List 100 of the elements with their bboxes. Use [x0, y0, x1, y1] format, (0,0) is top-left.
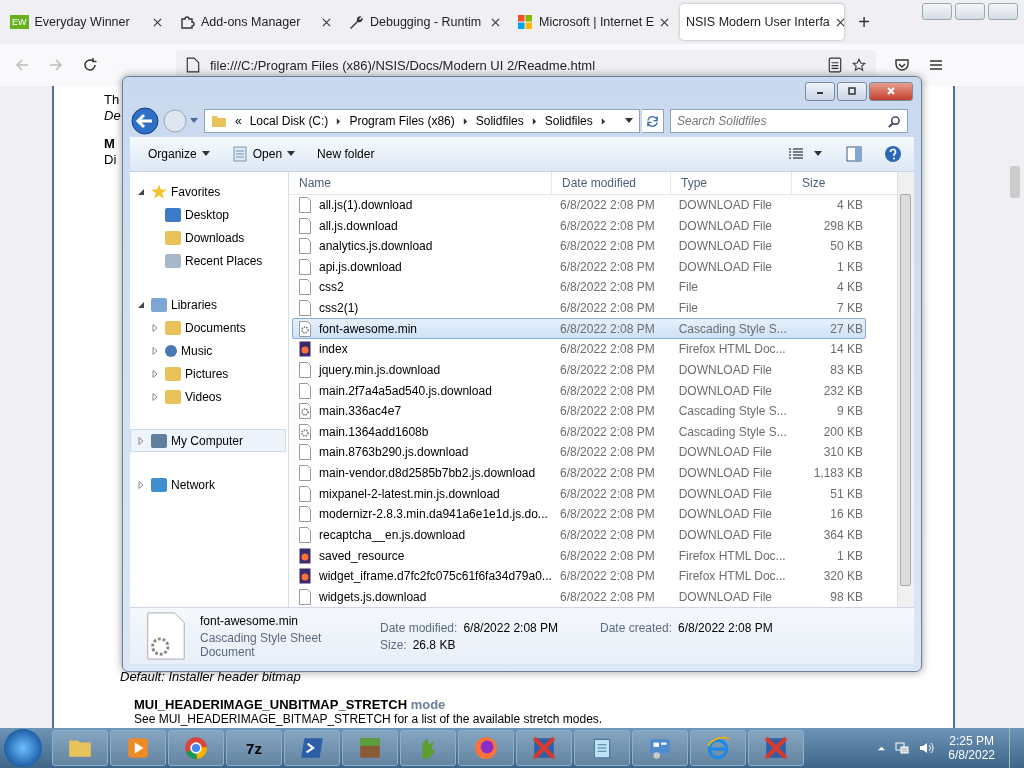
close-button[interactable] — [988, 3, 1018, 20]
file-row[interactable]: all.js.download 6/8/2022 2:08 PM DOWNLOAD File 298 KB — [292, 215, 866, 236]
grass-block-taskbar-button[interactable] — [342, 730, 398, 766]
caret-down-icon[interactable] — [625, 118, 633, 124]
terminal-taskbar-button[interactable] — [284, 730, 340, 766]
search-field[interactable]: Search Solidfiles — [670, 109, 908, 133]
file-row[interactable]: font-awesome.min 6/8/2022 2:08 PM Cascading Style S... 27 KB — [292, 318, 866, 339]
expanded-arrow-icon[interactable] — [137, 187, 145, 196]
file-row[interactable]: modernizr-2.8.3.min.da941a6e1e1d.js.do... 6/8/2022 2:08 PM DOWNLOAD File 16 KB — [292, 503, 866, 525]
nav-item[interactable]: Music — [130, 339, 286, 362]
file-row[interactable]: index 6/8/2022 2:08 PM Firefox HTML Doc... 14 KB — [292, 338, 866, 360]
installer-taskbar-button[interactable] — [748, 730, 804, 766]
chevron-right-icon[interactable] — [462, 117, 468, 125]
breadcrumb-item[interactable]: Program Files (x86) — [349, 114, 455, 128]
browser-tab[interactable]: Debugging - Runtim — [342, 4, 506, 40]
pocket-icon[interactable] — [894, 57, 910, 73]
browser-taskbar-button[interactable] — [168, 730, 224, 766]
browser-tab[interactable]: Microsoft | Internet E — [511, 4, 675, 40]
preview-pane-icon[interactable] — [846, 146, 862, 162]
plant-taskbar-button[interactable] — [400, 730, 456, 766]
close-icon[interactable] — [835, 17, 845, 27]
toolbar-button[interactable]: Organize — [142, 144, 216, 164]
scrollbar[interactable] — [897, 172, 914, 607]
collapsed-arrow-icon[interactable] — [151, 323, 159, 332]
file-row[interactable]: all.js(1).download 6/8/2022 2:08 PM DOWNLOAD File 4 KB — [292, 194, 866, 216]
new-tab-button[interactable]: + — [849, 9, 879, 35]
maximize-button[interactable] — [837, 81, 867, 101]
star-icon[interactable] — [852, 57, 866, 73]
reload-icon[interactable] — [82, 57, 98, 73]
caret-down-icon[interactable] — [814, 151, 822, 157]
network-icon[interactable] — [894, 740, 911, 756]
chevron-right-icon[interactable] — [531, 117, 537, 125]
browser-tab[interactable]: EW Everyday Winner — [4, 4, 168, 40]
help-icon[interactable] — [884, 145, 902, 163]
forward-arrow-icon[interactable] — [48, 57, 64, 73]
column-header[interactable]: Date modified — [552, 172, 671, 194]
nav-item[interactable]: Pictures — [130, 362, 286, 385]
minimize-button[interactable] — [922, 3, 952, 20]
breadcrumb-item[interactable]: Local Disk (C:) — [249, 114, 329, 128]
file-row[interactable]: api.js.download 6/8/2022 2:08 PM DOWNLOAD File 1 KB — [292, 256, 866, 278]
installer-taskbar-button[interactable] — [516, 730, 572, 766]
dropdown-arrow-icon[interactable] — [190, 118, 198, 124]
scroll-thumb[interactable] — [1010, 166, 1020, 198]
nav-item[interactable]: My Computer — [130, 429, 286, 452]
nav-item[interactable]: Downloads — [130, 226, 286, 249]
file-row[interactable]: main.8763b290.js.download 6/8/2022 2:08 PM DOWNLOAD File 310 KB — [292, 442, 866, 463]
archiver-taskbar-button[interactable]: 7z — [226, 730, 282, 766]
file-row[interactable]: widget_iframe.d7fc2fc075c61f6fa34d79a0... 6/8/2022 2:08 PM Firefox HTML Doc... 320 KB — [292, 565, 866, 587]
menu-icon[interactable] — [928, 57, 944, 73]
browser-tab[interactable]: Add-ons Manager — [173, 4, 337, 40]
nav-item[interactable]: Videos — [130, 385, 286, 408]
nav-item[interactable]: Documents — [130, 316, 286, 339]
breadcrumb-item[interactable]: Solidfiles — [544, 114, 593, 128]
file-row[interactable]: main-vendor.d8d2585b7bb2.js.download 6/8/2022 2:08 PM DOWNLOAD File 1,183 KB — [292, 462, 866, 484]
scroll-thumb[interactable] — [900, 194, 911, 586]
nav-item[interactable]: Network — [130, 473, 286, 496]
collapsed-arrow-icon[interactable] — [151, 346, 159, 355]
file-row[interactable]: widgets.js.download 6/8/2022 2:08 PM DOWNLOAD File 98 KB — [292, 586, 866, 608]
fox-browser-taskbar-button[interactable] — [458, 730, 514, 766]
breadcrumb-overflow[interactable]: « — [235, 114, 242, 128]
clock[interactable]: 2:25 PM 6/8/2022 — [948, 734, 995, 762]
chevron-right-icon[interactable] — [336, 117, 342, 125]
file-row[interactable]: jquery.min.js.download 6/8/2022 2:08 PM DOWNLOAD File 83 KB — [292, 359, 866, 381]
collapsed-arrow-icon[interactable] — [151, 369, 159, 378]
folder-taskbar-button[interactable] — [52, 730, 108, 766]
file-row[interactable]: mixpanel-2-latest.min.js.download 6/8/2022 2:08 PM DOWNLOAD File 51 KB — [292, 483, 866, 504]
chevron-right-icon[interactable] — [600, 117, 606, 125]
file-row[interactable]: analytics.js.download 6/8/2022 2:08 PM DOWNLOAD File 50 KB — [292, 235, 866, 257]
minimize-button[interactable] — [805, 81, 835, 101]
close-button[interactable] — [869, 81, 913, 101]
file-row[interactable]: css2(1) 6/8/2022 2:08 PM File 7 KB — [292, 297, 866, 319]
toolbar-button[interactable]: New folder — [311, 144, 381, 164]
file-row[interactable]: main.336ac4e7 6/8/2022 2:08 PM Cascading Style S... 9 KB — [292, 400, 866, 422]
toolbar-button[interactable]: Open — [225, 143, 302, 165]
refresh-button[interactable] — [642, 109, 664, 133]
column-header[interactable]: Type — [671, 172, 792, 194]
close-icon[interactable] — [491, 17, 500, 27]
file-row[interactable]: main.1364add1608b 6/8/2022 2:08 PM Cascading Style S... 200 KB — [292, 421, 866, 443]
breadcrumb-item[interactable]: Solidfiles — [475, 114, 524, 128]
view-list-icon[interactable] — [788, 147, 804, 161]
collapsed-arrow-icon[interactable] — [137, 480, 145, 489]
speaker-icon[interactable] — [918, 740, 935, 756]
e-browser-taskbar-button[interactable] — [690, 730, 746, 766]
nav-item[interactable]: Recent Places — [130, 249, 286, 272]
notepad-taskbar-button[interactable] — [574, 730, 630, 766]
breadcrumb-bar[interactable]: « Local Disk (C:) Program Files (x86) Solidfiles Solidfiles — [204, 109, 640, 133]
file-row[interactable]: main.2f7a4a5ad540.js.download 6/8/2022 2:08 PM DOWNLOAD File 232 KB — [292, 380, 866, 401]
player-taskbar-button[interactable] — [110, 730, 166, 766]
nav-item[interactable]: Libraries — [130, 293, 286, 316]
file-row[interactable]: saved_resource 6/8/2022 2:08 PM Firefox HTML Doc... 1 KB — [292, 545, 866, 566]
collapsed-arrow-icon[interactable] — [151, 392, 159, 401]
close-icon[interactable] — [153, 17, 162, 27]
column-header[interactable]: Size — [792, 172, 866, 194]
control-panel-taskbar-button[interactable] — [632, 730, 688, 766]
browser-tab[interactable]: NSIS Modern User Interfa — [680, 4, 844, 40]
nav-item[interactable]: Favorites — [130, 180, 286, 203]
file-row[interactable]: recaptcha__en.js.download 6/8/2022 2:08 PM DOWNLOAD File 364 KB — [292, 524, 866, 546]
nav-item[interactable]: Desktop — [130, 203, 286, 226]
collapsed-arrow-icon[interactable] — [137, 436, 145, 445]
expanded-arrow-icon[interactable] — [137, 300, 145, 309]
